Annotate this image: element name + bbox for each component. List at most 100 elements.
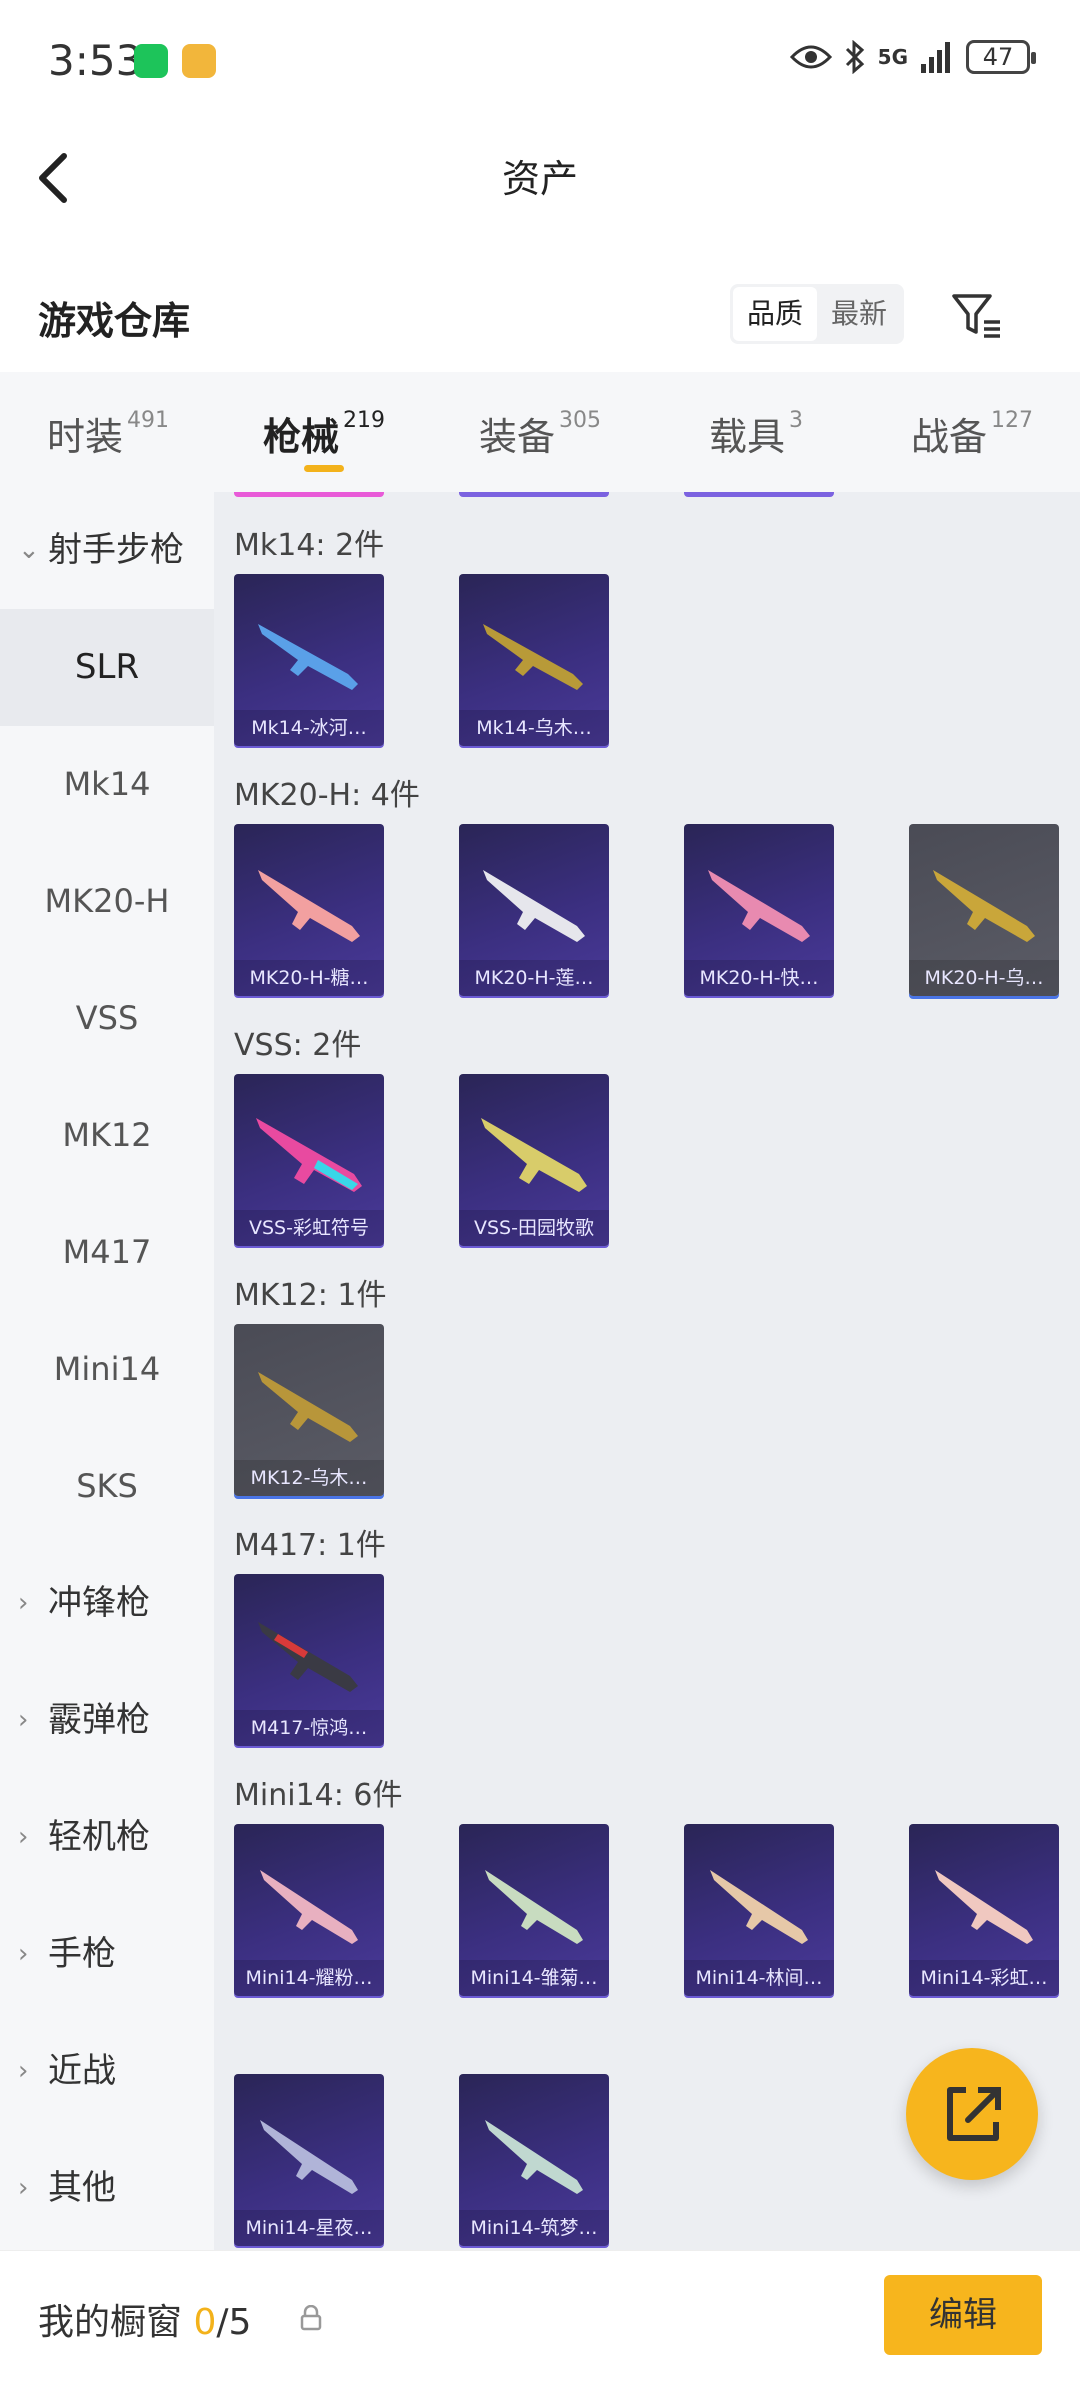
status-icons: 5G 47 (789, 40, 1036, 74)
rifle-icon (258, 624, 358, 690)
rifle-icon (485, 1870, 583, 1944)
item-card[interactable]: MK12-乌木… (234, 1324, 384, 1496)
tab-label: 装备 (478, 415, 555, 459)
sidebar-group-label: 其他 (48, 2168, 116, 2208)
chevron-right-icon: › (18, 2173, 29, 2203)
item-label: Mini14-星夜… (234, 2210, 384, 2246)
item-card[interactable]: VSS-田园牧歌 (459, 1074, 609, 1246)
sidebar-group-shotgun[interactable]: › 霰弹枪 (0, 1662, 214, 1779)
item-card[interactable]: Mini14-筑梦… (459, 2074, 609, 2246)
group-header-mk14: Mk14: 2件 (234, 528, 385, 563)
tab-count: 3 (789, 408, 803, 433)
item-card[interactable]: Mini14-林间… (684, 1824, 834, 1996)
item-card[interactable]: Mk14-冰河… (234, 574, 384, 746)
sidebar-group-label: 霰弹枪 (48, 1700, 150, 1740)
rifle-icon (260, 2120, 358, 2194)
item-label: Mini14-雏菊… (459, 1960, 609, 1996)
sort-latest[interactable]: 最新 (817, 287, 901, 341)
sidebar-item-m417[interactable]: M417 (0, 1194, 214, 1311)
card-edge (234, 492, 384, 497)
chevron-right-icon: › (18, 1822, 29, 1852)
rifle-icon (258, 1372, 358, 1442)
share-fab-button[interactable] (906, 2048, 1038, 2180)
rifle-icon (483, 870, 585, 942)
sidebar-group-marksman[interactable]: ⌄ 射手步枪 (0, 492, 214, 609)
sort-quality[interactable]: 品质 (733, 287, 817, 341)
sidebar-item-slr[interactable]: SLR (0, 609, 214, 726)
item-card[interactable]: Mini14-彩虹… (909, 1824, 1059, 1996)
item-card[interactable]: VSS-彩虹符号 (234, 1074, 384, 1246)
tab-supplies[interactable]: 战备 127 (864, 372, 1080, 492)
active-tab-indicator (304, 465, 344, 472)
tab-firearms[interactable]: 枪械 219 (216, 372, 432, 492)
category-tabs: 时装 491 枪械 219 装备 305 载具 3 战备 127 (0, 372, 1080, 492)
group-header-mk12: MK12: 1件 (234, 1278, 387, 1313)
wechat-icon (134, 44, 168, 78)
item-card[interactable]: MK20-H-快… (684, 824, 834, 996)
sidebar-group-melee[interactable]: › 近战 (0, 2013, 214, 2130)
showcase-total: /5 (216, 2302, 252, 2343)
sidebar-item-mk12[interactable]: MK12 (0, 1077, 214, 1194)
rifle-icon (933, 870, 1035, 942)
chevron-right-icon: › (18, 1939, 29, 1969)
item-card[interactable]: Mini14-耀粉… (234, 1824, 384, 1996)
group-header-mk20h: MK20-H: 4件 (234, 778, 420, 813)
warehouse-header: 游戏仓库 品质 最新 (0, 270, 1080, 360)
item-card[interactable]: MK20-H-糖… (234, 824, 384, 996)
item-card[interactable]: Mini14-星夜… (234, 2074, 384, 2246)
bluetooth-icon (845, 40, 864, 74)
game-app-icon (182, 44, 216, 78)
item-label: M417-惊鸿… (234, 1710, 384, 1746)
filter-icon (952, 294, 1000, 338)
rifle-icon (710, 1870, 808, 1944)
item-grid: Mk14: 2件 Mk14-冰河… Mk14-乌木… MK20-H: 4件 MK… (214, 492, 1080, 2250)
group-header-vss: VSS: 2件 (234, 1028, 362, 1063)
sidebar-item-mk20h[interactable]: MK20-H (0, 843, 214, 960)
item-card[interactable]: Mk14-乌木… (459, 574, 609, 746)
sidebar-item-vss[interactable]: VSS (0, 960, 214, 1077)
sidebar-item-sks[interactable]: SKS (0, 1428, 214, 1545)
status-time: 3:53 (48, 36, 143, 85)
section-title: 游戏仓库 (38, 299, 191, 343)
filter-button[interactable] (950, 288, 1004, 342)
item-label: MK20-H-莲… (459, 960, 609, 996)
rifle-icon (258, 870, 360, 942)
weapon-sidebar: ⌄ 射手步枪 SLR Mk14 MK20-H VSS MK12 M417 Mini… (0, 492, 214, 2250)
sidebar-item-mk14[interactable]: Mk14 (0, 726, 214, 843)
rifle-icon (481, 1118, 587, 1192)
sidebar-group-label: 冲锋枪 (48, 1583, 150, 1623)
sidebar-item-mini14[interactable]: Mini14 (0, 1311, 214, 1428)
item-label: MK12-乌木… (234, 1460, 384, 1496)
tab-equipment[interactable]: 装备 305 (432, 372, 648, 492)
rifle-icon (260, 1870, 358, 1944)
item-card[interactable]: MK20-H-莲… (459, 824, 609, 996)
sidebar-group-label: 近战 (48, 2051, 116, 2091)
tab-label: 时装 (46, 415, 123, 459)
rifle-icon (256, 1118, 362, 1192)
sidebar-group-lmg[interactable]: › 轻机枪 (0, 1779, 214, 1896)
sidebar-group-other[interactable]: › 其他 (0, 2130, 214, 2247)
rifle-icon (708, 870, 810, 942)
card-edge (459, 492, 609, 497)
group-header-m417: M417: 1件 (234, 1528, 386, 1563)
item-label: Mini14-耀粉… (234, 1960, 384, 1996)
tab-outfits[interactable]: 时装 491 (0, 372, 216, 492)
page-title: 资产 (501, 157, 578, 201)
sidebar-group-pistol[interactable]: › 手枪 (0, 1896, 214, 2013)
sidebar-group-smg[interactable]: › 冲锋枪 (0, 1545, 214, 1662)
item-label: Mk14-冰河… (234, 710, 384, 746)
tab-label: 枪械 (262, 415, 339, 459)
battery-icon: 47 (966, 40, 1036, 74)
showcase-count: 0 (193, 2302, 217, 2343)
edit-button[interactable]: 编辑 (884, 2275, 1042, 2355)
item-card[interactable]: MK20-H-乌… (909, 824, 1059, 996)
chevron-right-icon: › (18, 1705, 29, 1735)
item-card[interactable]: Mini14-雏菊… (459, 1824, 609, 1996)
item-card[interactable]: M417-惊鸿… (234, 1574, 384, 1746)
nav-header: 资产 (0, 120, 1080, 230)
item-label: Mini14-筑梦… (459, 2210, 609, 2246)
item-label: MK20-H-快… (684, 960, 834, 996)
tab-vehicles[interactable]: 载具 3 (648, 372, 864, 492)
lock-icon (300, 2305, 322, 2331)
eye-icon (789, 45, 832, 69)
